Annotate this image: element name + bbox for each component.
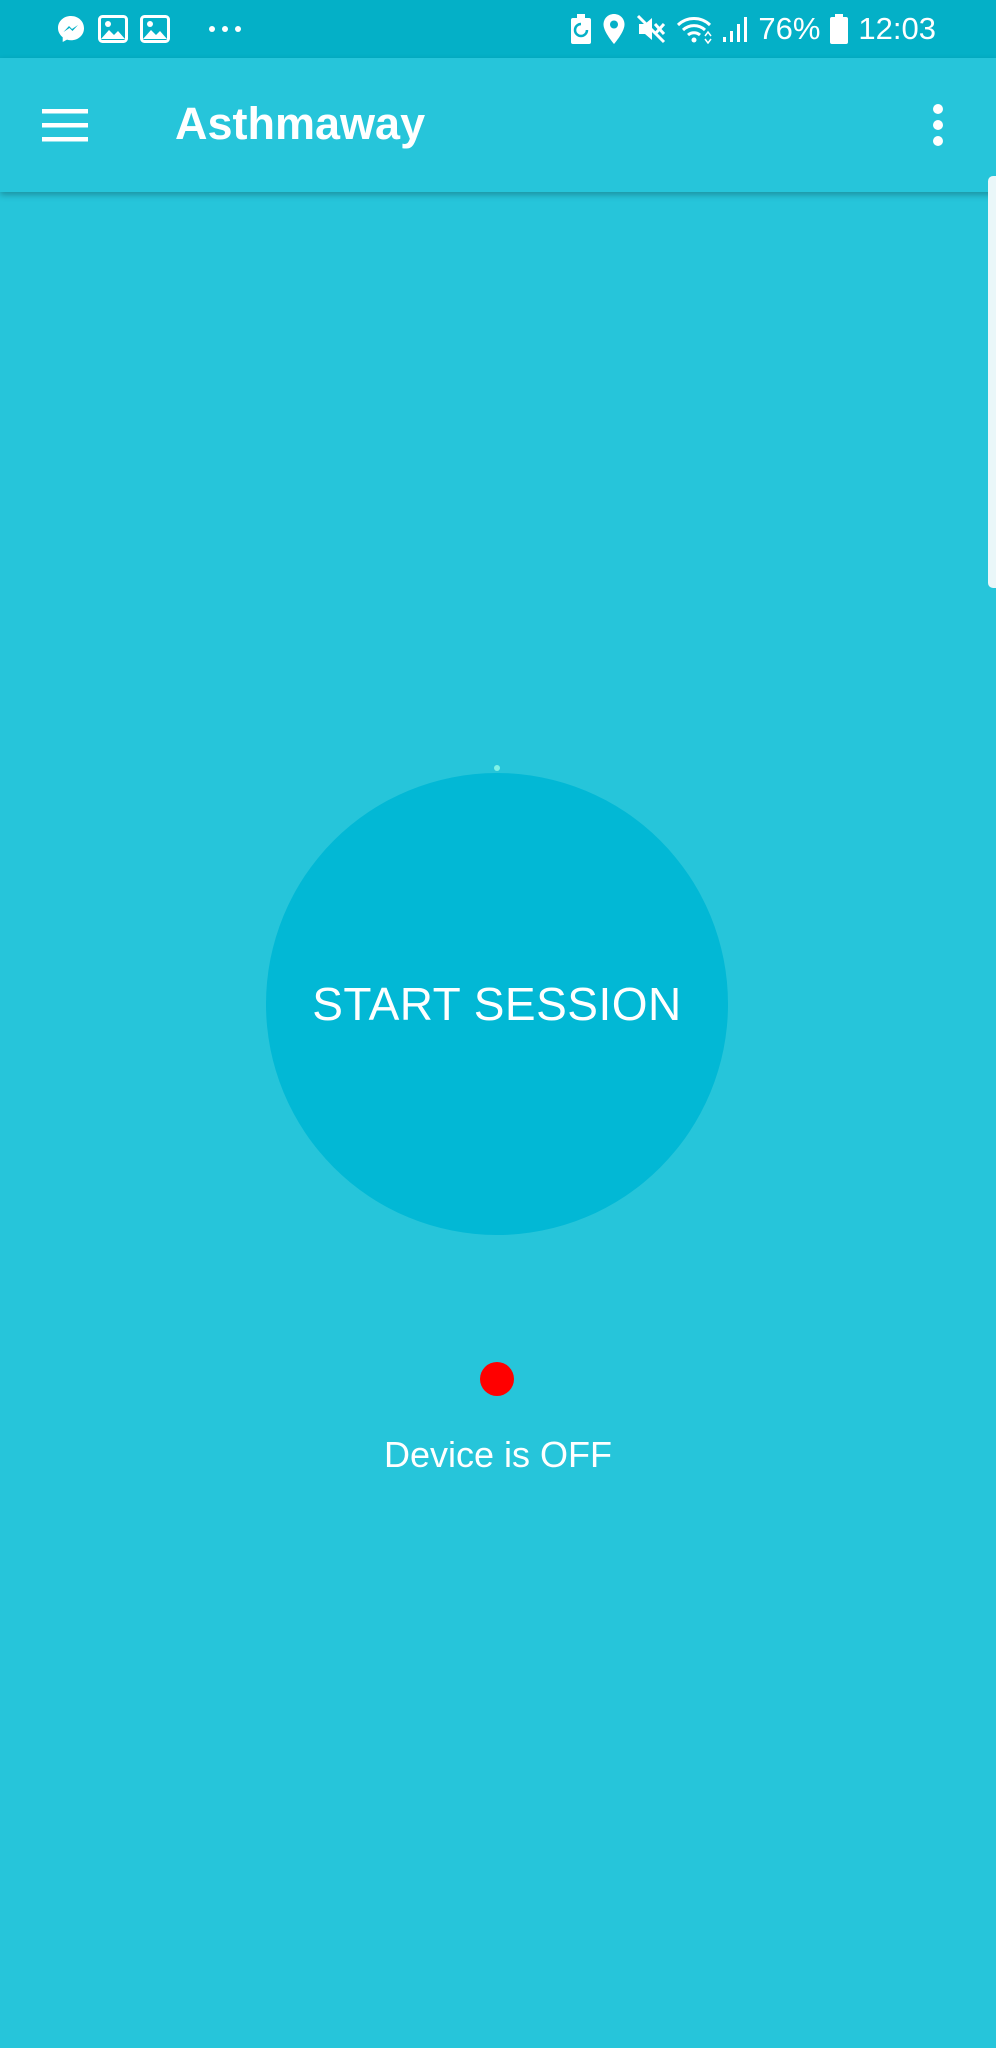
app-title: Asthmaway xyxy=(175,98,426,149)
notification-icons xyxy=(56,12,242,46)
messenger-icon xyxy=(56,14,86,44)
session-progress-indicator xyxy=(494,765,500,771)
battery-icon xyxy=(830,14,849,44)
more-notifications-icon xyxy=(208,24,242,34)
mute-icon xyxy=(636,14,666,44)
location-icon xyxy=(602,13,626,45)
app-bar: Asthmaway xyxy=(0,58,996,192)
status-bar: 76% 12:03 xyxy=(0,0,996,58)
gallery-icon xyxy=(140,15,170,43)
system-icons: 76% 12:03 xyxy=(570,10,936,48)
start-session-button[interactable]: START SESSION xyxy=(266,773,728,1235)
clock: 12:03 xyxy=(858,11,936,46)
scrollbar-thumb[interactable] xyxy=(988,176,996,588)
hamburger-menu-button[interactable] xyxy=(30,90,100,160)
battery-saver-icon xyxy=(570,14,592,44)
more-vert-icon xyxy=(932,104,944,146)
device-status-text: Device is OFF xyxy=(383,1434,613,1475)
wifi-icon xyxy=(676,14,712,44)
signal-icon xyxy=(722,15,748,43)
gallery-icon xyxy=(98,15,128,43)
battery-percentage: 76% xyxy=(758,11,821,46)
start-session-label: START SESSION xyxy=(312,978,682,1030)
overflow-menu-button[interactable] xyxy=(908,90,968,160)
device-status-dot xyxy=(480,1362,514,1396)
hamburger-menu-icon xyxy=(42,108,88,142)
